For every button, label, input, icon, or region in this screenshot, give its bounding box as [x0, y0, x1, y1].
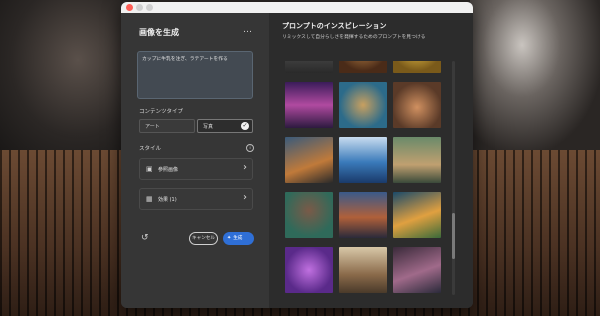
content-type-label: コンテンツタイプ	[139, 109, 184, 115]
cat-photo-image[interactable]	[285, 137, 333, 183]
generate-image-window: 画像を生成 … カップに牛乳を注ぎ、ラテアートを作る コンテンツタイプ アート …	[121, 2, 473, 308]
more-options-button[interactable]: …	[243, 25, 253, 35]
gallery-scrollbar-thumb[interactable]	[452, 213, 455, 259]
content-type-art-button[interactable]: アート	[139, 119, 195, 133]
background-right-cup	[470, 0, 600, 150]
reference-image-label: 参照画像	[158, 167, 179, 173]
vintage-room-image[interactable]	[285, 61, 333, 73]
content-type-photo-button[interactable]: 写真 ✓	[197, 119, 253, 133]
inspiration-title: プロンプトのインスピレーション	[282, 22, 387, 30]
inspiration-gallery	[285, 61, 445, 297]
ocean-wave-image[interactable]	[339, 137, 387, 183]
effects-icon: ▦	[146, 195, 153, 203]
zoom-window-button[interactable]	[146, 4, 153, 11]
purple-cat-image[interactable]	[285, 247, 333, 293]
prompt-input[interactable]: カップに牛乳を注ぎ、ラテアートを作る	[137, 51, 253, 99]
colorful-street-image[interactable]	[393, 192, 441, 238]
coffee-cup-image[interactable]	[339, 61, 387, 73]
close-window-button[interactable]	[126, 4, 133, 11]
generate-label: 生成	[233, 236, 243, 241]
abstract-flowers-image[interactable]	[393, 247, 441, 293]
chevron-right-icon: ›	[243, 162, 247, 173]
panel-title: 画像を生成	[139, 28, 179, 37]
latte-pour-image[interactable]	[393, 82, 441, 128]
inspiration-subtitle: リミックスして自分らしさを発揮するためのプロンプトを見つける	[282, 35, 426, 40]
effects-label: 効果 (1)	[158, 197, 177, 203]
chevron-right-icon: ›	[243, 192, 247, 203]
inspiration-panel: プロンプトのインスピレーション リミックスして自分らしさを発揮するためのプロンプ…	[269, 13, 473, 308]
checkmark-icon: ✓	[241, 122, 249, 130]
generate-icon: ✦	[227, 235, 232, 241]
minimize-window-button[interactable]	[136, 4, 143, 11]
reset-icon[interactable]: ↺	[141, 233, 149, 243]
reference-image-button[interactable]: ▣ 参照画像 ›	[139, 158, 253, 180]
content-type-art-label: アート	[145, 124, 160, 130]
happy-birthday-image[interactable]	[285, 82, 333, 128]
generate-button[interactable]: ✦ 生成	[223, 232, 254, 245]
image-icon: ▣	[146, 165, 153, 173]
generate-panel: 画像を生成 … カップに牛乳を注ぎ、ラテアートを作る コンテンツタイプ アート …	[121, 13, 269, 308]
motorcycle-image[interactable]	[339, 192, 387, 238]
old-man-portrait-image[interactable]	[285, 192, 333, 238]
lemon-image[interactable]	[393, 61, 441, 73]
content-type-photo-label: 写真	[203, 124, 214, 130]
info-icon[interactable]: i	[246, 144, 254, 152]
style-label: スタイル	[139, 146, 162, 152]
window-titlebar	[121, 2, 473, 13]
colorful-bird-image[interactable]	[339, 82, 387, 128]
cafe-interior-image[interactable]	[393, 137, 441, 183]
cancel-button[interactable]: キャンセル	[189, 232, 218, 245]
background-left-cup	[0, 0, 130, 150]
effects-button[interactable]: ▦ 効果 (1) ›	[139, 188, 253, 210]
dog-painting-image[interactable]	[339, 247, 387, 293]
gallery-scrollbar[interactable]	[452, 61, 455, 295]
